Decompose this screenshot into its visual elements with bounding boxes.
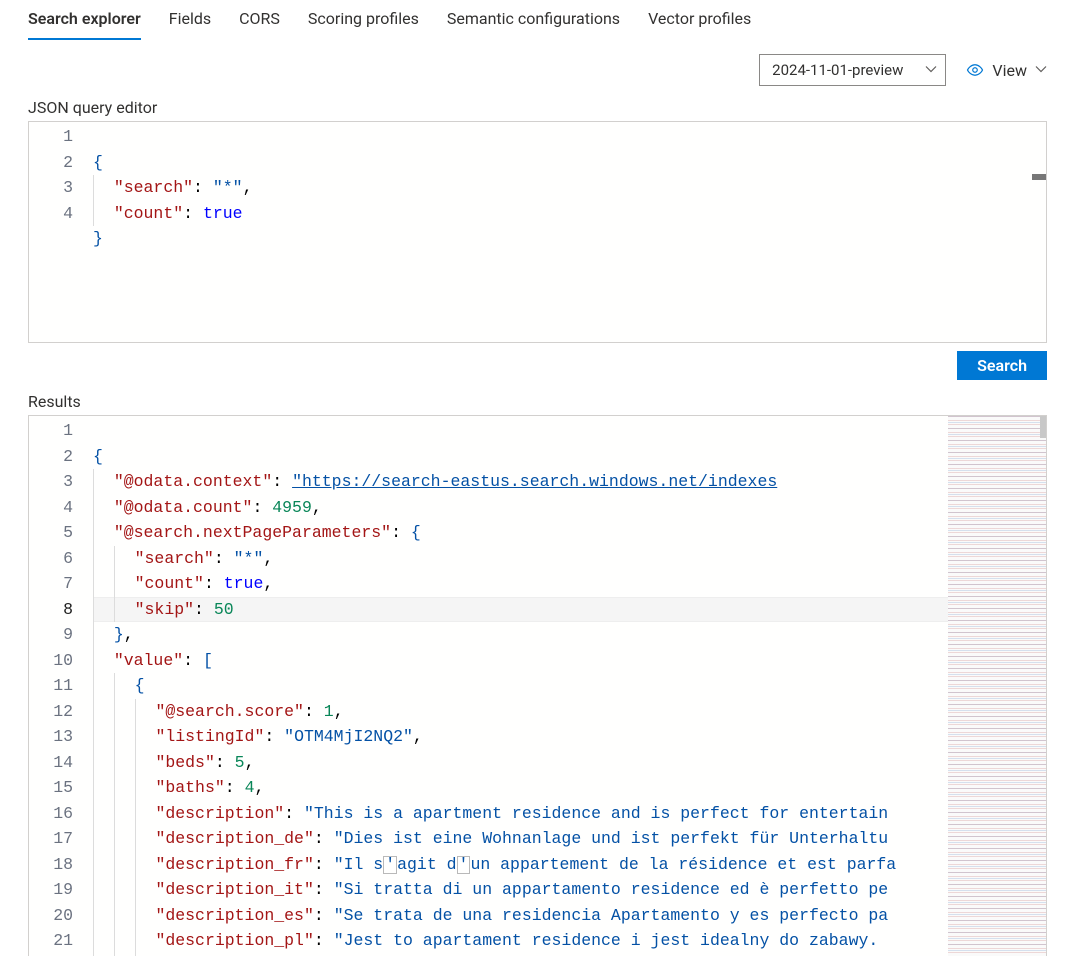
json-value: "*" xyxy=(234,549,264,568)
view-label: View xyxy=(992,61,1027,80)
results-code[interactable]: { "@odata.context": "https://search-east… xyxy=(93,416,948,956)
line-number: 16 xyxy=(29,801,73,827)
json-value: true xyxy=(203,204,243,223)
json-key: "description" xyxy=(155,804,284,823)
json-value: agit d xyxy=(397,855,456,874)
chevron-down-icon xyxy=(925,63,937,78)
bracket-highlight: ' xyxy=(457,856,471,875)
json-value: 50 xyxy=(214,600,234,619)
json-value: "Se trata de una residencia Apartamento … xyxy=(334,906,889,925)
tab-fields[interactable]: Fields xyxy=(169,1,211,40)
json-value: 4 xyxy=(245,778,255,797)
line-number: 4 xyxy=(29,201,73,227)
json-value: "*" xyxy=(213,178,243,197)
line-number: 18 xyxy=(29,852,73,878)
line-number: 2 xyxy=(29,444,73,470)
tab-search-explorer[interactable]: Search explorer xyxy=(28,1,141,40)
json-value: 1 xyxy=(324,702,334,721)
json-value: 4959 xyxy=(272,498,312,517)
line-number: 21 xyxy=(29,928,73,954)
json-key: "@search.nextPageParameters" xyxy=(114,523,391,542)
json-value-url[interactable]: "https://search-eastus.search.windows.ne… xyxy=(292,472,777,491)
line-number: 3 xyxy=(29,175,73,201)
json-key: "baths" xyxy=(155,778,224,797)
tabs: Search explorer Fields CORS Scoring prof… xyxy=(0,0,1075,40)
toolbar: 2024-11-01-preview View xyxy=(0,40,1075,94)
line-number: 13 xyxy=(29,724,73,750)
query-gutter: 1 2 3 4 xyxy=(29,122,93,342)
json-value: "Si tratta di un appartamento residence … xyxy=(334,880,889,899)
line-number: 4 xyxy=(29,495,73,521)
api-version-select[interactable]: 2024-11-01-preview xyxy=(759,54,946,86)
action-bar: Search xyxy=(0,343,1075,388)
bracket-highlight: ' xyxy=(383,856,397,875)
json-key: "@odata.context" xyxy=(114,472,272,491)
line-number: 20 xyxy=(29,903,73,929)
json-value: "Il s xyxy=(334,855,384,874)
tab-vector-profiles[interactable]: Vector profiles xyxy=(648,1,751,40)
json-key: "listingId" xyxy=(155,727,264,746)
line-number: 9 xyxy=(29,622,73,648)
json-key: "value" xyxy=(114,651,183,670)
query-editor-surface[interactable]: 1 2 3 4 { "search": "*", "count": true} xyxy=(29,122,1046,342)
line-number: 10 xyxy=(29,648,73,674)
eye-icon xyxy=(966,61,984,79)
json-key: "@search.score" xyxy=(155,702,304,721)
line-number: 7 xyxy=(29,571,73,597)
line-number: 14 xyxy=(29,750,73,776)
tab-scoring-profiles[interactable]: Scoring profiles xyxy=(308,1,419,40)
line-number: 3 xyxy=(29,469,73,495)
line-number: 8 xyxy=(29,597,73,623)
json-key: "beds" xyxy=(155,753,214,772)
json-key: "count" xyxy=(114,204,183,223)
tab-semantic-configurations[interactable]: Semantic configurations xyxy=(447,1,620,40)
json-key: "description_de" xyxy=(155,829,313,848)
query-editor-label: JSON query editor xyxy=(0,94,1075,121)
json-value: "This is a apartment residence and is pe… xyxy=(304,804,888,823)
json-key: "search" xyxy=(114,178,193,197)
results-label: Results xyxy=(0,388,1075,415)
json-key: "@odata.count" xyxy=(114,498,253,517)
line-number: 19 xyxy=(29,877,73,903)
json-value: 5 xyxy=(235,753,245,772)
line-number: 11 xyxy=(29,673,73,699)
minimap[interactable] xyxy=(948,416,1046,956)
results-editor-surface[interactable]: 1 2 3 4 5 6 7 8 9 10 11 12 13 14 15 16 1… xyxy=(29,416,1046,956)
query-code[interactable]: { "search": "*", "count": true} xyxy=(93,122,1046,342)
view-toggle[interactable]: View xyxy=(966,61,1047,80)
line-number: 6 xyxy=(29,546,73,572)
line-number: 2 xyxy=(29,150,73,176)
json-value: un appartement de la résidence et est pa… xyxy=(470,855,896,874)
results-editor: 1 2 3 4 5 6 7 8 9 10 11 12 13 14 15 16 1… xyxy=(28,415,1047,956)
tab-cors[interactable]: CORS xyxy=(239,1,280,40)
line-number: 5 xyxy=(29,520,73,546)
json-key: "description_pl" xyxy=(155,931,313,950)
json-key: "search" xyxy=(135,549,214,568)
results-gutter: 1 2 3 4 5 6 7 8 9 10 11 12 13 14 15 16 1… xyxy=(29,416,93,956)
json-value: "Dies ist eine Wohnanlage und ist perfek… xyxy=(334,829,889,848)
api-version-value: 2024-11-01-preview xyxy=(772,61,903,79)
line-number: 15 xyxy=(29,775,73,801)
line-number: 12 xyxy=(29,699,73,725)
line-number: 17 xyxy=(29,826,73,852)
line-number: 1 xyxy=(29,418,73,444)
minimap-content xyxy=(948,416,1046,956)
json-key: "description_it" xyxy=(155,880,313,899)
search-button[interactable]: Search xyxy=(957,351,1047,380)
json-key: "count" xyxy=(135,574,204,593)
minimap-scroll-thumb[interactable] xyxy=(1040,416,1046,438)
json-key: "description_es" xyxy=(155,906,313,925)
line-number: 1 xyxy=(29,124,73,150)
chevron-down-icon xyxy=(1035,63,1047,78)
json-value: "Jest to apartament residence i jest ide… xyxy=(334,931,889,950)
json-key: "skip" xyxy=(135,600,194,619)
json-value: "OTM4MjI2NQ2" xyxy=(284,727,413,746)
json-key: "description_fr" xyxy=(155,855,313,874)
query-editor: 1 2 3 4 { "search": "*", "count": true} xyxy=(28,121,1047,343)
json-value: true xyxy=(224,574,264,593)
